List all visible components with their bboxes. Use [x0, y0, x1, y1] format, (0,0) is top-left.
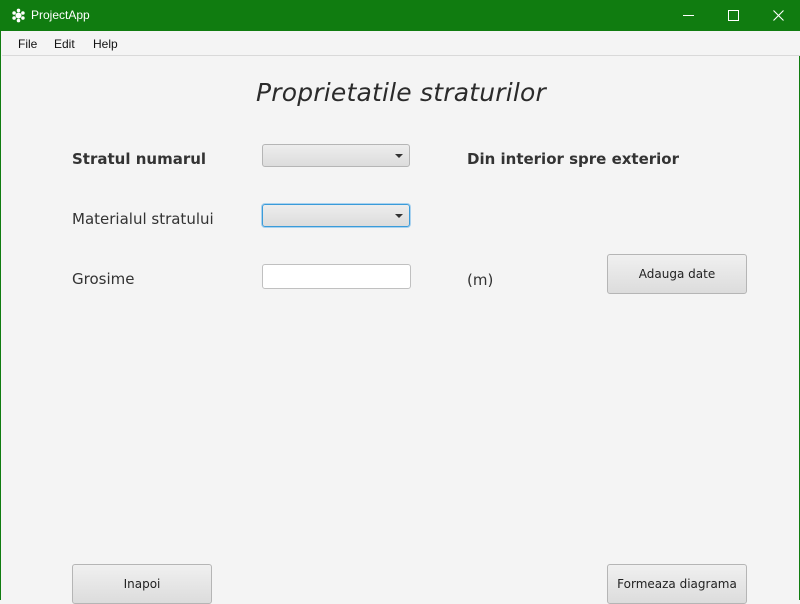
add-data-button[interactable]: Adauga date: [607, 254, 747, 294]
thickness-unit: (m): [467, 271, 494, 289]
layer-number-dropdown[interactable]: [262, 144, 410, 167]
maximize-button[interactable]: [710, 0, 756, 31]
close-icon: [772, 10, 784, 21]
chevron-down-icon: [395, 214, 403, 218]
direction-note: Din interior spre exterior: [467, 150, 680, 168]
minimize-button[interactable]: [665, 0, 711, 31]
material-label: Materialul stratului: [72, 210, 214, 228]
thickness-input[interactable]: [262, 264, 411, 289]
maximize-icon: [727, 10, 739, 21]
form-diagram-button[interactable]: Formeaza diagrama: [607, 564, 747, 604]
thickness-label: Grosime: [72, 270, 135, 288]
menu-help[interactable]: Help: [93, 37, 118, 51]
page-title: Proprietatile straturilor: [255, 78, 547, 107]
main-content: Proprietatile straturilor Stratul numaru…: [2, 56, 800, 604]
close-button[interactable]: [755, 0, 800, 31]
minimize-icon: [682, 15, 694, 16]
window-title: ProjectApp: [31, 8, 90, 22]
material-dropdown[interactable]: [262, 204, 410, 227]
layer-number-label: Stratul numarul: [72, 150, 207, 168]
menu-bar: File Edit Help: [2, 31, 800, 56]
app-logo-icon: [12, 8, 25, 23]
title-bar[interactable]: ProjectApp: [1, 0, 800, 31]
chevron-down-icon: [395, 154, 403, 158]
menu-edit[interactable]: Edit: [54, 37, 75, 51]
back-button[interactable]: Inapoi: [72, 564, 212, 604]
menu-file[interactable]: File: [18, 37, 37, 51]
app-window: ProjectApp File Edit Help Proprietatile …: [0, 0, 800, 604]
